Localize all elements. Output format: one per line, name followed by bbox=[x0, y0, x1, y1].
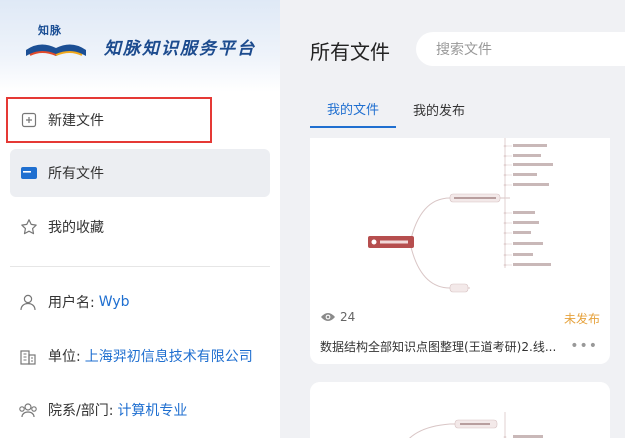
file-card[interactable]: 24 未发布 数据结构全部知识点图整理(王道考研)2.线... ••• bbox=[310, 138, 610, 364]
page-title: 所有文件 bbox=[310, 40, 390, 64]
file-card[interactable] bbox=[310, 382, 610, 438]
mindmap-thumbnail bbox=[310, 382, 610, 438]
sidebar-item-label: 我的收藏 bbox=[48, 220, 104, 236]
folder-icon bbox=[20, 164, 38, 182]
search-input[interactable]: 搜索文件 bbox=[416, 32, 625, 66]
username-value: Wyb bbox=[98, 294, 130, 310]
department-label: 院系/部门: bbox=[48, 403, 114, 419]
profile-department: 院系/部门: 计算机专业 bbox=[18, 400, 187, 420]
tab-my-published[interactable]: 我的发布 bbox=[396, 90, 482, 128]
sidebar-item-favorites[interactable]: 我的收藏 bbox=[10, 203, 270, 251]
mindmap-thumbnail bbox=[310, 138, 610, 298]
logo-area: 知脉 知脉知识服务平台 bbox=[0, 0, 280, 92]
divider bbox=[10, 266, 270, 267]
eye-icon bbox=[320, 311, 336, 323]
profile-username: 用户名: Wyb bbox=[18, 292, 130, 312]
view-count: 24 bbox=[320, 310, 355, 324]
building-icon bbox=[18, 346, 38, 366]
user-icon bbox=[18, 292, 38, 312]
team-icon bbox=[18, 400, 38, 420]
logo-icon: 知脉 bbox=[20, 22, 92, 64]
new-file-icon bbox=[20, 111, 38, 129]
star-icon bbox=[20, 218, 38, 236]
unit-value: 上海羿初信息技术有限公司 bbox=[84, 349, 253, 365]
file-name[interactable]: 数据结构全部知识点图整理(王道考研)2.线... bbox=[320, 338, 572, 355]
brand-name: 知脉知识服务平台 bbox=[104, 39, 256, 59]
username-label: 用户名: bbox=[48, 295, 95, 311]
logo-stamp: 知脉 bbox=[38, 24, 62, 37]
status-badge: 未发布 bbox=[563, 312, 600, 326]
sidebar: 知脉 知脉知识服务平台 新建文件 所有文件 我的收藏 用户名: Wyb 单位: bbox=[0, 0, 280, 438]
new-file-label: 新建文件 bbox=[48, 113, 104, 129]
tab-my-files[interactable]: 我的文件 bbox=[310, 90, 396, 128]
sidebar-item-all-files[interactable]: 所有文件 bbox=[10, 149, 270, 197]
unit-label: 单位: bbox=[48, 349, 81, 365]
more-options-button[interactable]: ••• bbox=[570, 338, 598, 354]
new-file-button[interactable]: 新建文件 bbox=[6, 97, 212, 143]
department-value: 计算机专业 bbox=[117, 403, 188, 419]
profile-unit: 单位: 上海羿初信息技术有限公司 bbox=[18, 346, 253, 366]
sidebar-item-label: 所有文件 bbox=[48, 166, 104, 182]
view-count-value: 24 bbox=[340, 310, 356, 324]
